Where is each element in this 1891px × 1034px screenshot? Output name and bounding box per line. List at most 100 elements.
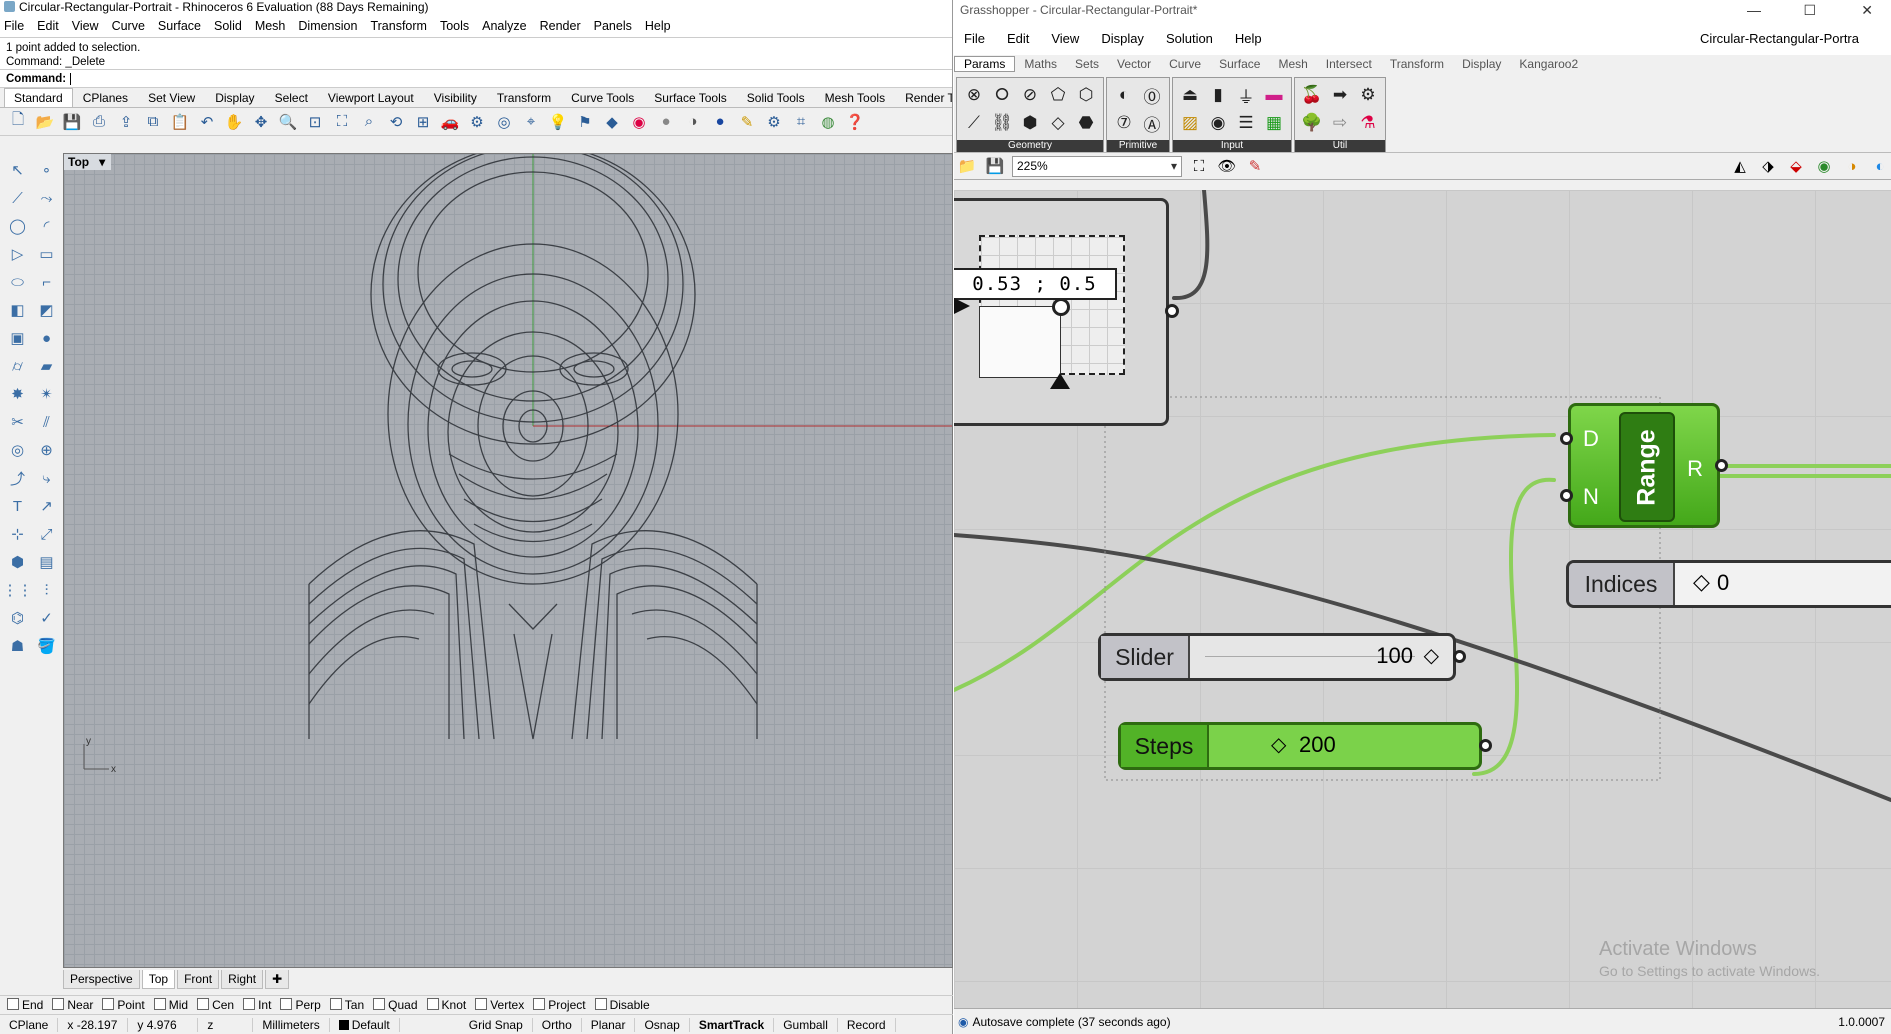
range-component[interactable]: D N R Range xyxy=(1560,403,1728,528)
cylinder-icon[interactable]: ⌭ xyxy=(3,352,32,380)
surface-icon[interactable]: ◧ xyxy=(3,296,32,324)
gh-menu-view[interactable]: View xyxy=(1051,31,1079,46)
box-param-icon[interactable]: ⬢ xyxy=(1016,109,1044,137)
paint-icon[interactable]: 🪣 xyxy=(32,632,61,660)
button-icon[interactable]: ⏏ xyxy=(1176,81,1204,109)
check-icon[interactable]: ✓ xyxy=(32,604,61,632)
menu-edit[interactable]: Edit xyxy=(37,19,59,33)
tab-front[interactable]: Front xyxy=(177,969,220,989)
boolean-icon[interactable]: ◎ xyxy=(3,436,32,464)
osnap-tan[interactable]: Tan xyxy=(330,998,364,1012)
osnap-near[interactable]: Near xyxy=(52,998,93,1012)
gh-tab-intersect[interactable]: Intersect xyxy=(1317,57,1381,71)
export-icon[interactable]: ⇪ xyxy=(114,111,138,133)
number-param-icon[interactable]: ⓪ xyxy=(1138,81,1166,109)
undo-icon[interactable]: ↶ xyxy=(195,111,219,133)
osnap-mid[interactable]: Mid xyxy=(154,998,188,1012)
output-grip[interactable] xyxy=(1715,459,1728,472)
polyline-icon[interactable]: ⟋ xyxy=(3,184,32,212)
menu-solid[interactable]: Solid xyxy=(214,19,242,33)
rotate-view-icon[interactable]: ✥ xyxy=(249,111,273,133)
sketch-pen-icon[interactable]: ✎ xyxy=(1244,156,1266,176)
top-viewport[interactable]: Top ▾ y x xyxy=(63,153,953,968)
color-wheel-icon[interactable]: ◉ xyxy=(627,111,651,133)
steps-slider[interactable]: Steps ◇ 200 xyxy=(1118,722,1492,770)
move-icon[interactable]: ⊹ xyxy=(3,520,32,548)
align-icon[interactable]: ⫶ xyxy=(32,576,61,604)
cherry-icon[interactable]: 🍒 xyxy=(1298,81,1326,109)
circle-icon[interactable]: ◯ xyxy=(3,212,32,240)
range-input-n[interactable]: N xyxy=(1583,484,1599,510)
zoom-extents-icon[interactable]: ⛶ xyxy=(330,111,354,133)
osnap-end[interactable]: End xyxy=(7,998,43,1012)
osnap-quad[interactable]: Quad xyxy=(373,998,417,1012)
trim-icon[interactable]: ✂ xyxy=(3,408,32,436)
plane-param-icon[interactable]: ◇ xyxy=(1044,109,1072,137)
status-grid-snap[interactable]: Grid Snap xyxy=(460,1017,533,1032)
gh-menu-solution[interactable]: Solution xyxy=(1166,31,1213,46)
hatch-icon[interactable]: ▤ xyxy=(32,548,61,576)
gh-tab-vector[interactable]: Vector xyxy=(1108,57,1160,71)
array-icon[interactable]: ⋮⋮ xyxy=(3,576,33,604)
brep-param-icon[interactable]: ⬡ xyxy=(1072,81,1100,109)
save-icon[interactable]: 💾 xyxy=(60,111,84,133)
ellipse-icon[interactable]: ⬭ xyxy=(3,268,32,296)
split-icon[interactable]: ⫽ xyxy=(32,408,61,436)
menu-mesh[interactable]: Mesh xyxy=(255,19,286,33)
status-smarttrack[interactable]: SmartTrack xyxy=(690,1017,775,1032)
status-layer[interactable]: Default xyxy=(330,1017,400,1032)
osnap-cen[interactable]: Cen xyxy=(197,998,234,1012)
extrude-icon[interactable]: ▰ xyxy=(32,352,61,380)
open-folder-icon[interactable]: 📂 xyxy=(33,111,57,133)
arc-icon[interactable]: ◜ xyxy=(32,212,61,240)
menu-help[interactable]: Help xyxy=(645,19,671,33)
render-icon[interactable]: ☗ xyxy=(3,632,32,660)
menu-render[interactable]: Render xyxy=(540,19,581,33)
tab-select[interactable]: Select xyxy=(265,88,318,107)
select-arrow-icon[interactable]: ↖ xyxy=(3,156,32,184)
sphere-icon[interactable]: ● xyxy=(32,324,61,352)
menu-surface[interactable]: Surface xyxy=(158,19,201,33)
tree-icon[interactable]: 🌳 xyxy=(1298,109,1326,137)
dimension-tool-icon[interactable]: ↗ xyxy=(32,492,61,520)
preview-shaded-icon[interactable]: ⬙ xyxy=(1785,156,1807,176)
menu-transform[interactable]: Transform xyxy=(370,19,427,33)
rectangle-icon[interactable]: ▭ xyxy=(32,240,61,268)
gh-document-name[interactable]: Circular-Rectangular-Portra xyxy=(1700,31,1859,46)
menu-panels[interactable]: Panels xyxy=(594,19,632,33)
mesh-param-icon[interactable]: ⛓ xyxy=(988,109,1016,137)
menu-analyze[interactable]: Analyze xyxy=(482,19,526,33)
tab-right[interactable]: Right xyxy=(221,969,264,989)
circle-param-icon[interactable]: ⭘ xyxy=(988,81,1016,109)
explode-icon[interactable]: ✴ xyxy=(32,380,61,408)
preview-off-icon[interactable]: ◭ xyxy=(1729,156,1751,176)
new-file-icon[interactable]: 🗋 xyxy=(6,111,30,133)
command-line[interactable]: Command: xyxy=(0,69,952,88)
box-icon[interactable]: ▣ xyxy=(3,324,32,352)
input-grip[interactable] xyxy=(1560,432,1573,445)
param-icon[interactable]: ⊗ xyxy=(960,81,988,109)
md-slider-y-marker[interactable] xyxy=(954,297,970,315)
osnap-perp[interactable]: Perp xyxy=(280,998,320,1012)
slider-icon[interactable]: ⏚ xyxy=(1232,81,1260,109)
tab-surface-tools[interactable]: Surface Tools xyxy=(644,88,737,107)
gh-tab-maths[interactable]: Maths xyxy=(1015,57,1066,71)
menu-curve[interactable]: Curve xyxy=(112,19,145,33)
preview-colour-icon[interactable]: ◑ xyxy=(1841,156,1863,176)
integer-param-icon[interactable]: ⑦ xyxy=(1110,109,1138,137)
tab-solid-tools[interactable]: Solid Tools xyxy=(737,88,815,107)
bake-sphere-icon[interactable]: ◐ xyxy=(1869,156,1891,176)
boolean-param-icon[interactable]: ◐ xyxy=(1110,81,1138,109)
flask-icon[interactable]: ⚗ xyxy=(1354,109,1382,137)
material-icon[interactable]: ◆ xyxy=(600,111,624,133)
geometry-param-icon[interactable]: ⬣ xyxy=(1072,109,1100,137)
status-cplane[interactable]: CPlane xyxy=(0,1017,59,1032)
options-gear-icon[interactable]: ⚙ xyxy=(762,111,786,133)
zoom-extents-icon[interactable]: ⛶ xyxy=(1188,156,1210,176)
zoom-dropdown[interactable]: 225% xyxy=(1012,155,1182,177)
tab-standard[interactable]: Standard xyxy=(4,88,73,107)
input-grip[interactable] xyxy=(1560,489,1573,502)
status-record[interactable]: Record xyxy=(838,1017,896,1032)
offset-icon[interactable]: ⤴ xyxy=(3,464,32,492)
preview-wireframe-icon[interactable]: ⬗ xyxy=(1757,156,1779,176)
